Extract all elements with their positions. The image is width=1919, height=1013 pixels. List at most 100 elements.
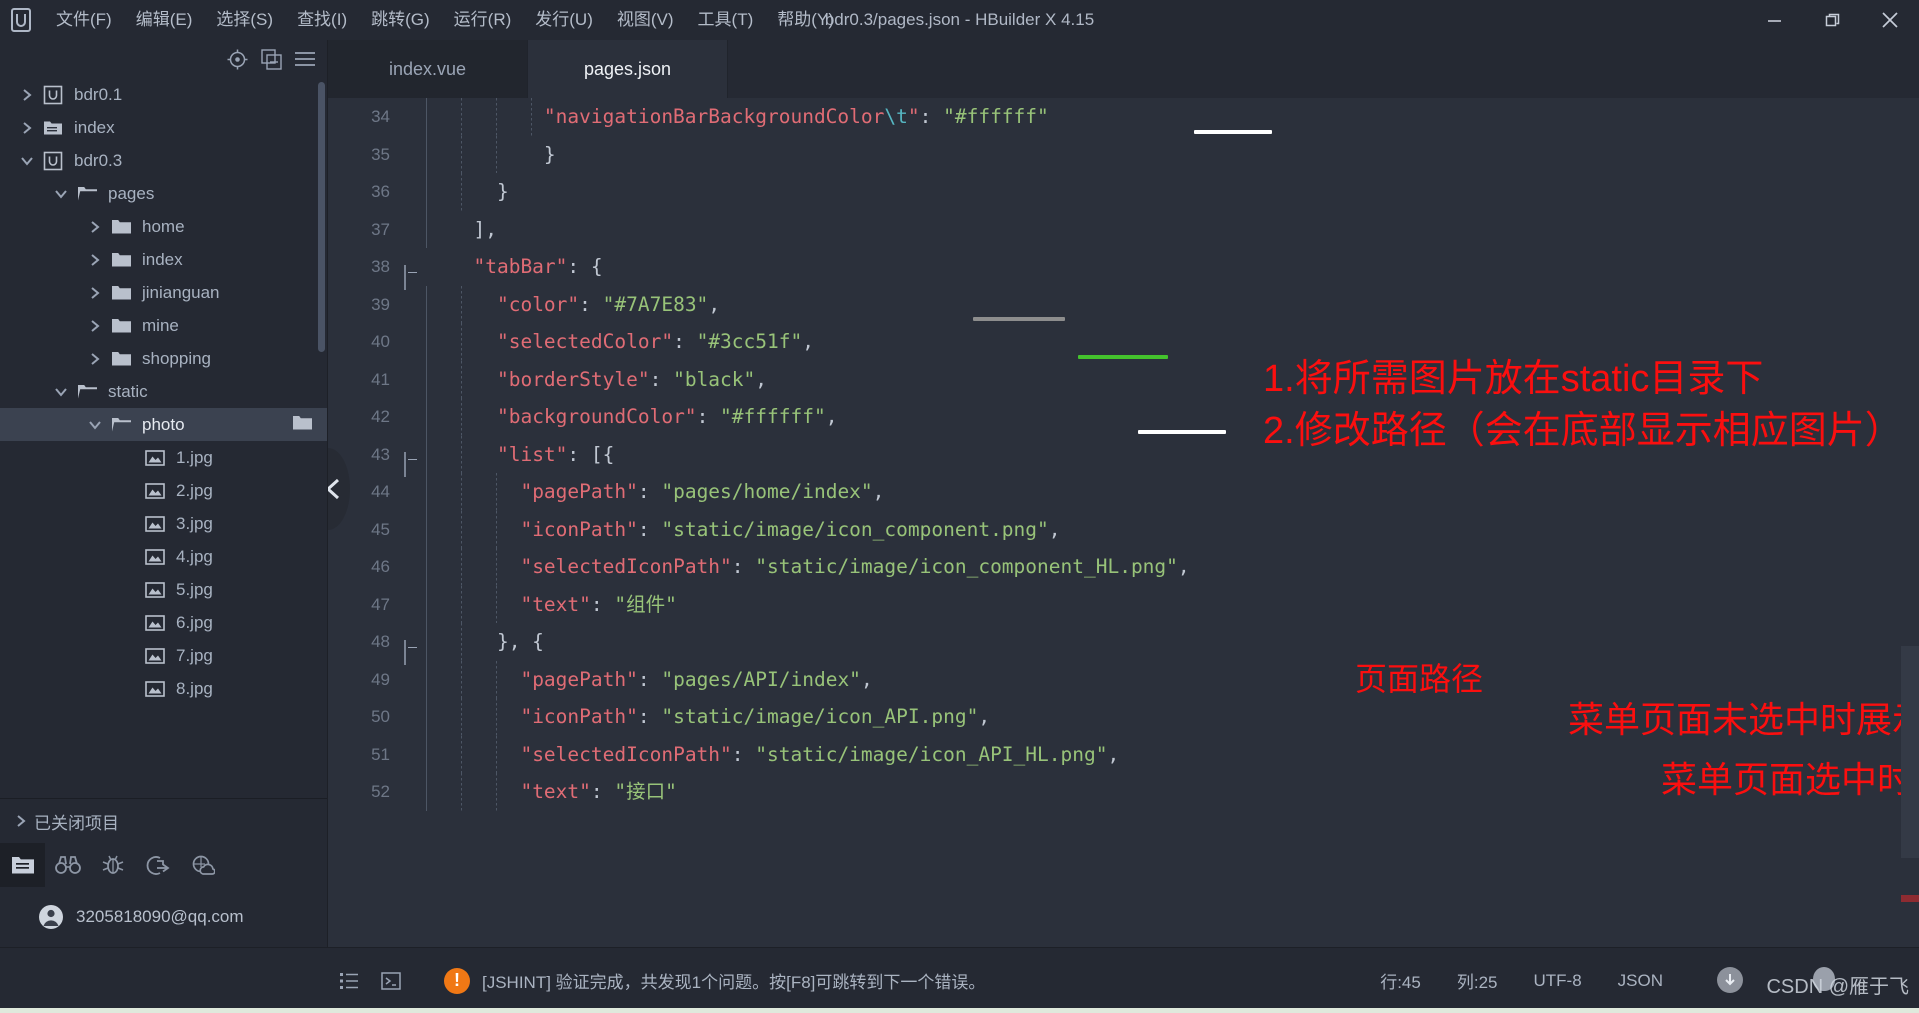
code-line[interactable]: 44 "pagePath": "pages/home/index", [328,473,1919,511]
code-line[interactable]: 46 "selectedIconPath": "static/image/ico… [328,548,1919,586]
tree-item-index[interactable]: index [0,111,327,144]
tree-item-label: shopping [142,348,212,368]
status-line[interactable]: 行:45 [1362,968,1439,993]
chevron-right-icon[interactable] [14,121,40,135]
close-icon[interactable] [1861,0,1919,40]
code-line[interactable]: 36 } [328,173,1919,211]
menu-bar[interactable]: 文件(F) 编辑(E) 选择(S) 查找(I) 跳转(G) 运行(R) 发行(U) 视图(V)… [44,0,846,40]
tree-item-bdr0-3[interactable]: bdr0.3 [0,144,327,177]
terminal-icon[interactable] [370,959,412,1003]
tree-item-label: 6.jpg [176,612,213,632]
tree-item-4-jpg[interactable]: 4.jpg [0,540,327,573]
editor-tabstrip[interactable]: index.vue pages.json [328,40,1919,98]
project-explorer-icon[interactable] [0,843,45,887]
fold-toggle-icon[interactable] [404,259,420,290]
menu-goto[interactable]: 跳转(G) [359,0,442,40]
runtime-arrow-icon[interactable] [135,843,180,887]
outline-list-icon[interactable] [328,959,370,1003]
fold-toggle-icon[interactable] [404,446,420,478]
scrollbar-thumb[interactable] [1901,646,1919,858]
tree-item-7-jpg[interactable]: 7.jpg [0,639,327,672]
annotation-text: 1.将所需图片放在static目录下 [1263,358,1764,400]
code-line[interactable]: 47 "text": "组件" [328,585,1919,623]
fold-toggle-icon[interactable] [404,634,420,665]
tree-item-label: 4.jpg [176,546,213,566]
menu-edit[interactable]: 编辑(E) [124,0,205,40]
code-token-punc: , [1177,555,1190,578]
status-encoding[interactable]: UTF-8 [1515,971,1599,991]
code-line[interactable]: 38 "tabBar": { [328,248,1919,290]
tree-item-photo[interactable]: photo [0,408,327,441]
status-column[interactable]: 列:25 [1439,968,1516,993]
tree-item-5-jpg[interactable]: 5.jpg [0,573,327,606]
tree-item-bdr0-1[interactable]: bdr0.1 [0,78,327,111]
menu-run[interactable]: 运行(R) [442,0,524,40]
code-line[interactable]: 35 } [328,135,1919,173]
restore-icon[interactable] [1803,0,1861,40]
code-token-str: "static/image/icon_API_HL.png" [755,742,1108,766]
code-token-key: "borderStyle" [496,367,650,391]
menu-help[interactable]: 帮助(Y) [765,0,846,40]
code-token-key: "pagePath" [520,667,638,691]
chevron-down-icon[interactable] [14,154,40,168]
code-line[interactable]: 45 "iconPath": "static/image/icon_compon… [328,510,1919,548]
code-line[interactable]: 49 "pagePath": "pages/API/index", [328,660,1919,698]
editor-tab-pages-json[interactable]: pages.json [528,40,728,98]
image-file-icon [142,581,168,598]
tree-item-3-jpg[interactable]: 3.jpg [0,507,327,540]
collapse-all-icon[interactable] [257,45,285,73]
binoculars-search-icon[interactable] [45,843,90,887]
tree-item-mine[interactable]: mine [0,309,327,342]
chevron-right-icon[interactable] [82,220,108,234]
code-line[interactable]: 48 }, { [328,623,1919,665]
menu-tools[interactable]: 工具(T) [686,0,766,40]
menu-hamburger-icon[interactable] [291,45,319,73]
tree-item-index[interactable]: index [0,243,327,276]
chevron-right-icon[interactable] [14,88,40,102]
code-editor[interactable]: 34 "navigationBarBackgroundColor\t": "#f… [328,98,1919,947]
menu-view[interactable]: 视图(V) [605,0,686,40]
code-line[interactable]: 34 "navigationBarBackgroundColor\t": "#f… [328,98,1919,136]
code-text: "borderStyle": "black", [450,361,767,399]
editor-scrollbar[interactable] [1901,156,1919,947]
chevron-right-icon[interactable] [82,319,108,333]
tree-item-home[interactable]: home [0,210,327,243]
tree-item-pages[interactable]: pages [0,177,327,210]
sidebar-view-tabs[interactable] [0,843,327,887]
tree-item-static[interactable]: static [0,375,327,408]
tree-item-2-jpg[interactable]: 2.jpg [0,474,327,507]
sidebar-scrollbar[interactable] [318,82,325,352]
tree-item-shopping[interactable]: shopping [0,342,327,375]
chevron-down-icon[interactable] [82,418,108,432]
chevron-down-icon[interactable] [48,385,74,399]
chevron-right-icon[interactable] [82,352,108,366]
bug-debug-icon[interactable] [90,843,135,887]
tree-item-6-jpg[interactable]: 6.jpg [0,606,327,639]
tree-item-1-jpg[interactable]: 1.jpg [0,441,327,474]
editor-tab-index-vue[interactable]: index.vue [328,40,528,98]
cloud-service-icon[interactable] [180,843,225,887]
menu-select[interactable]: 选择(S) [204,0,285,40]
locate-file-icon[interactable] [223,45,251,73]
code-line[interactable]: 39 "color": "#7A7E83", [328,285,1919,323]
tree-item-jinianguan[interactable]: jinianguan [0,276,327,309]
code-line[interactable]: 37 ], [328,210,1919,248]
closed-projects-row[interactable]: 已关闭项目 [0,798,327,843]
tree-item-label: home [142,216,185,236]
folder-icon[interactable] [292,414,313,436]
chevron-right-icon[interactable] [82,286,108,300]
minimize-icon[interactable] [1745,0,1803,40]
menu-publish[interactable]: 发行(U) [523,0,605,40]
menu-file[interactable]: 文件(F) [44,0,124,40]
status-language[interactable]: JSON [1600,971,1681,991]
code-line[interactable]: 40 "selectedColor": "#3cc51f", [328,323,1919,361]
chevron-right-icon[interactable] [82,253,108,267]
line-number: 52 [371,782,390,801]
chevron-down-icon[interactable] [48,187,74,201]
account-row[interactable]: 3205818090@qq.com [0,887,327,947]
tree-item-8-jpg[interactable]: 8.jpg [0,672,327,705]
menu-find[interactable]: 查找(I) [285,0,359,40]
project-tree[interactable]: bdr0.1 index bdr0.3 pages home index jiniangua… [0,78,327,728]
